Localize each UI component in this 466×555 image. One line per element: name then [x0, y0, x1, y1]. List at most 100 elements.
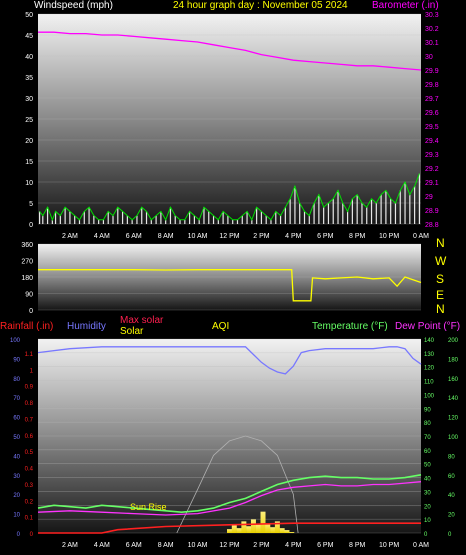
solar-tick-label: 0	[448, 532, 452, 538]
solar-tick-label: 20	[448, 513, 455, 519]
wind-x-tick-label: 2 PM	[253, 233, 270, 240]
baro-tick-label: 29.5	[425, 124, 439, 131]
wind-tick-label: 45	[25, 33, 33, 40]
wind-tick-label: 15	[25, 159, 33, 166]
wind-x-tick-label: 8 PM	[349, 233, 366, 240]
temp-x-tick-label: 4 PM	[285, 542, 302, 549]
humidity-tick-label: 0	[17, 532, 21, 538]
wind-tick-label: 20	[25, 138, 33, 145]
graph-title: 24 hour graph day : November 05 2024	[173, 0, 348, 11]
direction-tick-label: 90	[25, 292, 33, 299]
solar-bar	[246, 526, 252, 533]
wind-x-tick-label: 6 PM	[317, 233, 334, 240]
temp-x-tick-label: 0 AM	[413, 542, 429, 549]
temperature-tick-label: 40	[424, 477, 431, 483]
temp-x-tick-label: 6 PM	[317, 542, 334, 549]
wind-tick-label: 35	[25, 75, 33, 82]
baro-tick-label: 30.2	[425, 26, 439, 33]
humidity-tick-label: 40	[13, 454, 20, 460]
compass-west: W	[435, 254, 447, 268]
humidity-tick-label: 60	[13, 416, 20, 422]
solar-bar	[289, 532, 295, 533]
compass-north-2: N	[436, 302, 445, 316]
rain-tick-label: 0.8	[25, 401, 34, 407]
rain-tick-label: 0.9	[25, 385, 34, 391]
solar-bar	[260, 511, 266, 533]
wind-x-tick-label: 8 AM	[158, 233, 174, 240]
temperature-tick-label: 0	[424, 532, 428, 538]
direction-tick-label: 0	[29, 308, 33, 315]
barometer-axis-title: Barometer (.in)	[372, 0, 439, 11]
baro-tick-label: 29.2	[425, 166, 439, 173]
baro-tick-label: 28.9	[425, 208, 439, 215]
solar-tick-label: 200	[448, 338, 459, 344]
temperature-tick-label: 30	[424, 490, 431, 496]
solar-tick-label: 40	[448, 493, 455, 499]
baro-tick-label: 28.8	[425, 222, 439, 229]
wind-tick-label: 25	[25, 117, 33, 124]
dew-point-axis-title: Dew Point (°F)	[395, 321, 461, 332]
humidity-tick-label: 100	[10, 338, 21, 344]
rain-tick-label: 0.4	[25, 467, 34, 473]
temperature-tick-label: 50	[424, 463, 431, 469]
temp-x-tick-label: 12 PM	[219, 542, 239, 549]
max-solar-legend: Max solar	[120, 315, 164, 326]
temperature-tick-label: 90	[424, 407, 431, 413]
temperature-tick-label: 110	[424, 380, 434, 386]
wind-tick-label: 10	[25, 180, 33, 187]
rain-tick-label: 0	[30, 532, 34, 538]
rain-tick-label: 1.1	[25, 352, 34, 358]
windspeed-axis-title: Windspeed (mph)	[34, 0, 113, 11]
temperature-tick-label: 100	[424, 393, 435, 399]
rain-tick-label: 1	[30, 368, 34, 374]
baro-tick-label: 29.9	[425, 68, 439, 75]
temp-x-tick-label: 10 AM	[188, 542, 208, 549]
solar-bar	[241, 521, 247, 533]
temperature-tick-label: 80	[424, 421, 431, 427]
temperature-tick-label: 20	[424, 504, 431, 510]
compass-south: S	[436, 272, 445, 286]
rain-tick-label: 0.5	[25, 450, 34, 456]
wind-x-tick-label: 2 AM	[62, 233, 78, 240]
weather-graph: 0510152025303540455028.828.92929.129.229…	[10, 12, 459, 549]
direction-tick-label: 270	[21, 259, 33, 266]
rain-tick-label: 0.6	[25, 434, 34, 440]
solar-bar	[236, 528, 242, 533]
wind-x-tick-label: 4 AM	[94, 233, 110, 240]
solar-bar	[279, 528, 285, 533]
humidity-tick-label: 30	[13, 474, 20, 480]
solar-tick-label: 100	[448, 435, 459, 441]
baro-tick-label: 29.4	[425, 138, 439, 145]
wind-x-tick-label: 4 PM	[285, 233, 302, 240]
humidity-tick-label: 10	[13, 513, 20, 519]
temp-x-tick-label: 8 AM	[158, 542, 174, 549]
solar-bar	[231, 525, 237, 533]
temp-x-tick-label: 6 AM	[126, 542, 142, 549]
baro-tick-label: 30.1	[425, 40, 439, 47]
solar-tick-label: 140	[448, 396, 459, 402]
temperature-tick-label: 140	[424, 338, 435, 344]
wind-x-tick-label: 10 AM	[188, 233, 208, 240]
temperature-tick-label: 10	[424, 518, 431, 524]
temperature-tick-label: 120	[424, 366, 435, 372]
baro-tick-label: 30.3	[425, 12, 439, 19]
rain-tick-label: 0.3	[25, 483, 34, 489]
temp-x-tick-label: 4 AM	[94, 542, 110, 549]
wind-tick-label: 40	[25, 54, 33, 61]
temp-x-tick-label: 2 AM	[62, 542, 78, 549]
solar-legend: Solar	[120, 326, 144, 337]
rain-tick-label: 0.2	[25, 499, 34, 505]
baro-tick-label: 29	[425, 194, 433, 201]
wind-tick-label: 0	[29, 222, 33, 229]
wind-x-tick-label: 6 AM	[126, 233, 142, 240]
temp-x-tick-label: 10 PM	[379, 542, 399, 549]
humidity-tick-label: 80	[13, 377, 20, 383]
temperature-tick-label: 130	[424, 352, 435, 358]
solar-bar	[227, 529, 232, 533]
solar-bar	[265, 523, 271, 533]
aqi-legend: AQI	[212, 321, 230, 332]
solar-tick-label: 160	[448, 377, 459, 383]
solar-bar	[284, 530, 290, 533]
wind-tick-label: 5	[29, 201, 33, 208]
baro-tick-label: 29.6	[425, 110, 439, 117]
